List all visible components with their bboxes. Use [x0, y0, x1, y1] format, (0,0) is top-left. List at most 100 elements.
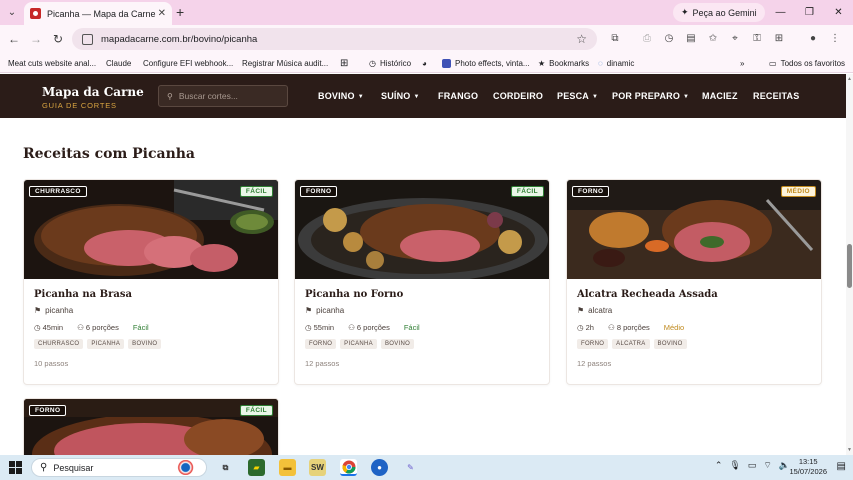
- close-window-button[interactable]: ✕: [824, 0, 853, 25]
- search-icon: ⚲: [167, 91, 173, 101]
- wifi-icon[interactable]: ⌔: [763, 460, 771, 471]
- windows-start-icon[interactable]: [9, 461, 22, 474]
- tag: CHURRASCO: [34, 339, 84, 349]
- clock-date: 15/07/2026: [789, 467, 827, 476]
- recipe-card[interactable]: CHURRASCO FÁCIL Picanha na Brasa ⚑ picanh…: [23, 179, 279, 385]
- site-logo-title[interactable]: Mapa da Carne: [42, 85, 144, 99]
- all-bookmarks-folder[interactable]: ▭ Todos os favoritos: [769, 56, 845, 70]
- bookmark-item[interactable]: Configure EFI webhook...: [143, 56, 233, 70]
- password-key-icon[interactable]: ⚿: [750, 31, 764, 45]
- nav-receitas[interactable]: RECEITAS: [753, 91, 799, 101]
- recipe-meta: ◷ 55min ⚇ 6 porções Fácil: [305, 323, 539, 332]
- recipe-card[interactable]: FORNO FÁCIL: [23, 398, 279, 455]
- difficulty-badge: FÁCIL: [510, 186, 544, 197]
- globe-icon[interactable]: ◕: [422, 56, 427, 70]
- tag: FORNO: [577, 339, 609, 349]
- browser-app-icon[interactable]: ●: [371, 459, 388, 476]
- gemini-button[interactable]: ✦ Peça ao Gemini: [673, 3, 765, 22]
- recipe-cut: ⚑ picanha: [305, 306, 345, 315]
- tab-strip: ⌄ Picanha — Mapa da Carne ✕ + ✦ Peça ao …: [0, 0, 853, 25]
- notification-icon[interactable]: ▤: [837, 461, 846, 472]
- task-view-icon[interactable]: ⧉: [217, 459, 234, 476]
- scroll-down-icon[interactable]: ▼: [846, 447, 853, 453]
- clock-icon: ◷: [34, 323, 41, 332]
- taskbar-clock[interactable]: 13:15 15/07/2026: [789, 457, 827, 477]
- file-explorer-icon[interactable]: ▬: [279, 459, 296, 476]
- microphone-icon[interactable]: 🎙: [729, 460, 740, 471]
- history-icon[interactable]: ◷: [662, 31, 676, 45]
- tab-search-icon[interactable]: ⌄: [4, 4, 20, 20]
- bookmark-item[interactable]: Meat cuts website anal...: [8, 56, 96, 70]
- photo-effects-icon: [442, 58, 451, 68]
- recipe-difficulty: Fácil: [403, 323, 420, 332]
- translate-icon[interactable]: ⊞: [772, 31, 786, 45]
- nav-maciez[interactable]: MACIEZ: [702, 91, 738, 101]
- category-badge: FORNO: [300, 186, 338, 197]
- tab-title: Picanha — Mapa da Carne: [47, 8, 156, 19]
- scrollbar-thumb[interactable]: [847, 244, 852, 288]
- people-icon: ⚇: [607, 323, 615, 332]
- bookmark-item[interactable]: Registrar Música audit...: [242, 56, 328, 70]
- recipe-name[interactable]: Alcatra Recheada Assada: [577, 289, 811, 300]
- search-icon: ⚲: [40, 462, 48, 473]
- location-icon[interactable]: ⌖: [728, 31, 742, 45]
- tag: BOVINO: [128, 339, 162, 349]
- nav-pesca[interactable]: PESCA ▼: [557, 91, 598, 101]
- bookmark-manager-icon[interactable]: ✩: [706, 31, 720, 45]
- recipe-name[interactable]: Picanha no Forno: [305, 289, 539, 300]
- nav-por-preparo[interactable]: POR PREPARO ▼: [612, 91, 689, 101]
- chrome-icon[interactable]: [340, 459, 357, 476]
- forward-arrow-icon[interactable]: →: [28, 31, 44, 47]
- menu-dots-icon[interactable]: ⋮: [828, 31, 842, 45]
- nav-frango[interactable]: FRANGO: [438, 91, 478, 101]
- clock-time: 13:15: [798, 457, 818, 466]
- print-icon[interactable]: ⎙: [640, 31, 654, 45]
- tag: BOVINO: [380, 339, 415, 349]
- bookmark-item[interactable]: Photo effects, vinta...: [442, 56, 530, 70]
- taskbar-search[interactable]: ⚲ Pesquisar: [31, 458, 207, 477]
- bookmark-item[interactable]: ★ Bookmarks: [538, 56, 589, 70]
- volume-icon[interactable]: 🔈: [779, 460, 790, 471]
- cut-tag-icon: ⚑: [577, 306, 585, 315]
- bookmark-star-icon[interactable]: ☆: [576, 32, 587, 46]
- bookmarks-overflow-icon[interactable]: »: [740, 56, 744, 70]
- window-controls: — ❐ ✕: [766, 0, 853, 25]
- chevron-down-icon: ▼: [592, 94, 599, 100]
- tab-close-icon[interactable]: ✕: [158, 8, 166, 19]
- nav-suino[interactable]: SUÍNO ▼: [381, 91, 420, 101]
- recipe-steps: 12 passos: [577, 359, 612, 368]
- profile-avatar-icon[interactable]: ●: [806, 31, 820, 45]
- new-tab-button[interactable]: +: [176, 5, 184, 19]
- recipe-card[interactable]: FORNO FÁCIL Picanha no Forno ⚑ picanha ◷ …: [294, 179, 550, 385]
- reading-list-icon[interactable]: ▤: [684, 31, 698, 45]
- reload-icon[interactable]: ↻: [50, 31, 66, 47]
- nav-bovino[interactable]: BOVINO ▼: [318, 91, 364, 101]
- scroll-up-icon[interactable]: ▲: [846, 76, 853, 82]
- extensions-icon[interactable]: ⧉: [608, 31, 622, 45]
- category-badge: FORNO: [572, 186, 610, 197]
- network-icon[interactable]: ▭: [748, 460, 757, 471]
- bookmark-item[interactable]: ◷ Histórico: [369, 56, 411, 70]
- minimize-button[interactable]: —: [766, 0, 795, 25]
- back-arrow-icon[interactable]: ←: [6, 31, 22, 47]
- address-bar[interactable]: mapadacarne.com.br/bovino/picanha ☆: [72, 28, 597, 50]
- page-scrollbar[interactable]: ▲ ▼: [846, 74, 853, 455]
- sticky-notes-icon[interactable]: ▰: [248, 459, 265, 476]
- active-tab[interactable]: Picanha — Mapa da Carne ✕: [24, 2, 172, 25]
- app-sw-icon[interactable]: SW: [309, 459, 326, 476]
- site-info-icon[interactable]: [82, 33, 93, 45]
- apps-grid-icon[interactable]: ⊞: [340, 56, 348, 70]
- paint-app-icon[interactable]: ✎: [402, 459, 419, 476]
- bookmark-item[interactable]: ◌ dinamic: [598, 56, 634, 70]
- gemini-sparkle-icon: ✦: [681, 7, 689, 17]
- url-text[interactable]: mapadacarne.com.br/bovino/picanha: [101, 34, 576, 45]
- difficulty-badge: FÁCIL: [239, 405, 273, 416]
- tray-chevron-icon[interactable]: ⌃: [715, 460, 723, 471]
- maximize-button[interactable]: ❐: [795, 0, 824, 25]
- nav-cordeiro[interactable]: CORDEIRO: [493, 91, 543, 101]
- bookmark-item[interactable]: Claude: [106, 56, 131, 70]
- recipe-name[interactable]: Picanha na Brasa: [34, 289, 268, 300]
- recipe-card[interactable]: FORNO MÉDIO Alcatra Recheada Assada ⚑ alc…: [566, 179, 822, 385]
- search-input[interactable]: [178, 91, 279, 101]
- cut-search[interactable]: ⚲: [158, 85, 288, 107]
